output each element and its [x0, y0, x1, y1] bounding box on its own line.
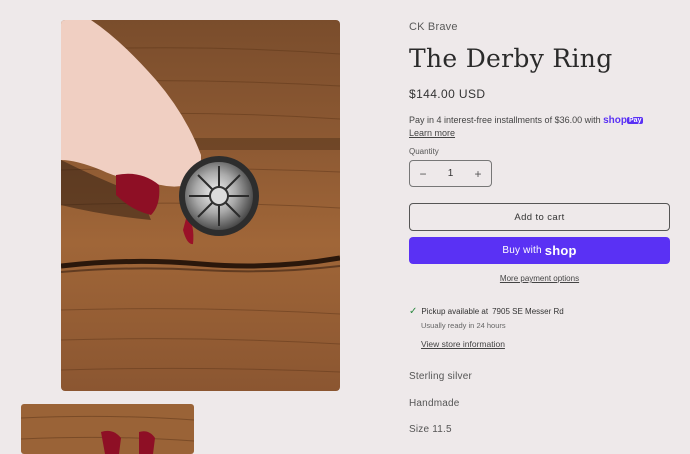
pickup-availability: ✓ Pickup available at 7905 SE Messer Rd — [409, 306, 564, 317]
quantity-label: Quantity — [409, 147, 439, 156]
more-payment-options: More payment options — [409, 274, 670, 283]
vendor-name: CK Brave — [409, 21, 458, 33]
quantity-input[interactable]: 1 — [436, 168, 465, 179]
description-size: Size 11.5 — [409, 424, 452, 435]
more-payment-options-link[interactable]: More payment options — [500, 274, 579, 283]
pickup-prefix: Pickup available at — [421, 307, 489, 316]
product-price: $144.00 USD — [409, 87, 486, 101]
shoppay-badge: Pay — [627, 117, 644, 124]
installments-text: Pay in 4 interest-free installments of $… — [409, 115, 601, 125]
buy-with-label: Buy with — [502, 245, 542, 256]
pickup-ready-time: Usually ready in 24 hours — [421, 321, 506, 330]
description-material: Sterling silver — [409, 371, 473, 382]
description-handmade: Handmade — [409, 398, 460, 409]
learn-more-link[interactable]: Learn more — [409, 128, 455, 138]
quantity-stepper: − 1 + — [409, 160, 492, 187]
pickup-location: 7905 SE Messer Rd — [492, 307, 564, 316]
buy-with-shop-button[interactable]: Buy with shop — [409, 237, 670, 264]
product-main-image[interactable] — [61, 20, 340, 391]
installments-info: Pay in 4 interest-free installments of $… — [409, 114, 644, 139]
product-title: The Derby Ring — [409, 44, 613, 73]
shoppay-logo: shop — [603, 115, 628, 126]
shop-logo: shop — [544, 243, 577, 258]
checkmark-icon: ✓ — [409, 306, 418, 317]
add-to-cart-button[interactable]: Add to cart — [409, 203, 670, 231]
quantity-increase-button[interactable]: + — [465, 167, 491, 181]
view-store-information-link[interactable]: View store information — [421, 339, 505, 349]
quantity-decrease-button[interactable]: − — [410, 167, 436, 181]
